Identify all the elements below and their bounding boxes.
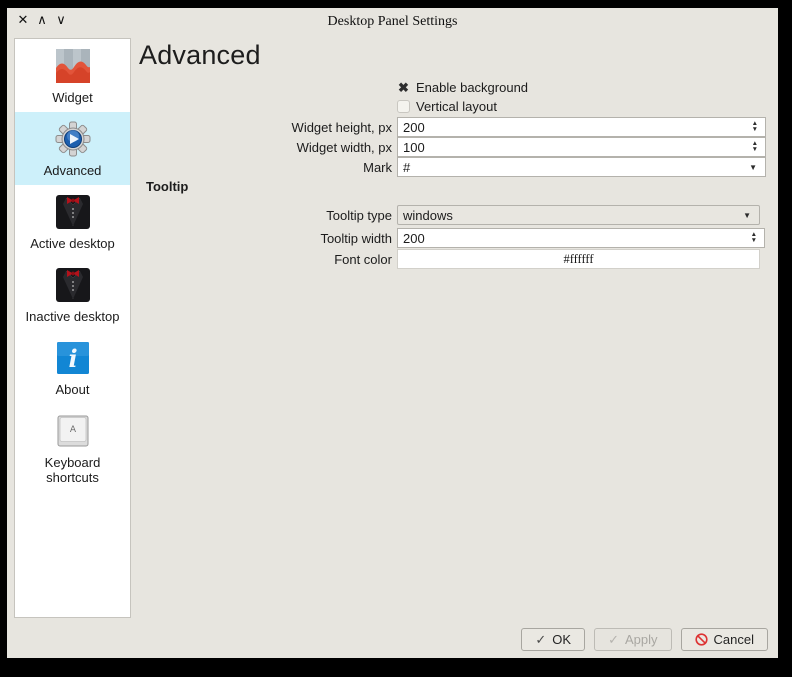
tuxedo-icon [53,192,93,232]
sidebar-item-widget[interactable]: Widget [15,39,130,112]
chevron-down-icon: ▼ [743,211,751,220]
mark-combobox[interactable]: # ▼ [397,157,766,177]
keycap-a-icon: A [53,411,93,451]
widget-width-value: 100 [398,140,752,155]
chart-widget-icon [53,46,93,86]
sidebar-item-active-desktop[interactable]: Active desktop [15,185,130,258]
titlebar: ✕ ∧ ∨ Desktop Panel Settings [7,8,778,36]
info-icon: i [53,338,93,378]
vertical-layout-checkbox[interactable]: Vertical layout [397,99,766,114]
spinner-arrows-icon[interactable]: ▲ ▼ [752,141,758,153]
tooltip-width-spinbox[interactable]: 200 ▲ ▼ [397,228,765,248]
checkbox-unchecked-icon [397,100,410,113]
spin-down-icon[interactable]: ▼ [752,127,758,133]
svg-text:A: A [69,425,76,435]
spin-down-icon[interactable]: ▼ [752,147,758,153]
widget-width-label: Widget width, px [139,140,397,155]
chevron-down-icon: ▼ [749,163,757,172]
widget-height-row: Widget height, px 200 ▲ ▼ [139,117,766,137]
widget-width-row: Widget width, px 100 ▲ ▼ [139,137,766,157]
mark-label: Mark [139,160,397,175]
sidebar-item-inactive-desktop[interactable]: Inactive desktop [15,258,130,331]
sidebar-item-label: Active desktop [30,236,115,251]
checkbox-label: Enable background [416,80,528,95]
cancel-button-label: Cancel [714,632,754,647]
window-title: Desktop Panel Settings [7,14,778,30]
ok-button-label: OK [552,632,571,647]
mark-value: # [398,160,749,175]
vertical-layout-row: Vertical layout [139,98,766,115]
desktop: { "window": { "title": "Desktop Panel Se… [0,0,792,677]
font-color-row: Font color #ffffff [139,249,766,269]
spinner-arrows-icon[interactable]: ▲ ▼ [752,121,758,133]
apply-button[interactable]: ✓ Apply [594,628,671,651]
checkbox-label: Vertical layout [416,99,497,114]
tooltip-width-label: Tooltip width [139,231,397,246]
tooltip-type-value: windows [398,208,743,223]
checkbox-checked-icon: ✖ [397,81,410,94]
enable-background-row: ✖ Enable background [139,79,766,96]
spinner-arrows-icon[interactable]: ▲ ▼ [751,232,757,244]
sidebar: Widget Advanced [14,38,131,618]
sidebar-item-about[interactable]: i About [15,331,130,404]
svg-text:i: i [68,344,77,373]
sidebar-item-label: Advanced [44,163,102,178]
widget-width-spinbox[interactable]: 100 ▲ ▼ [397,137,766,157]
sidebar-item-keyboard-shortcuts[interactable]: A Keyboard shortcuts [15,404,130,492]
apply-button-label: Apply [625,632,658,647]
tooltip-width-row: Tooltip width 200 ▲ ▼ [139,228,766,248]
mark-row: Mark # ▼ [139,157,766,177]
widget-height-spinbox[interactable]: 200 ▲ ▼ [397,117,766,137]
gear-media-icon [53,119,93,159]
tooltip-width-value: 200 [398,231,751,246]
tuxedo-icon [53,265,93,305]
widget-height-value: 200 [398,120,752,135]
tooltip-section-label: Tooltip [146,179,188,194]
widget-height-label: Widget height, px [139,120,397,135]
settings-window: ✕ ∧ ∨ Desktop Panel Settings Widget [7,8,778,658]
sidebar-item-label: About [56,382,90,397]
sidebar-item-label: Inactive desktop [26,309,120,324]
tooltip-type-combobox[interactable]: windows ▼ [397,205,760,225]
check-icon: ✓ [608,632,619,648]
font-color-value: #ffffff [563,252,593,267]
enable-background-checkbox[interactable]: ✖ Enable background [397,80,766,95]
ok-button[interactable]: ✓ OK [521,628,585,651]
font-color-label: Font color [139,252,397,267]
tooltip-type-label: Tooltip type [139,208,397,223]
sidebar-item-label: Keyboard shortcuts [17,455,128,485]
font-color-button[interactable]: #ffffff [397,249,760,269]
cancel-button[interactable]: Cancel [681,628,768,651]
dialog-buttons: ✓ OK ✓ Apply Cancel [521,628,768,651]
sidebar-item-advanced[interactable]: Advanced [15,112,130,185]
prohibition-icon [695,633,708,646]
spin-down-icon[interactable]: ▼ [751,238,757,244]
page-title: Advanced [139,40,261,71]
check-icon: ✓ [535,632,546,648]
sidebar-item-label: Widget [52,90,92,105]
tooltip-type-row: Tooltip type windows ▼ [139,205,766,225]
